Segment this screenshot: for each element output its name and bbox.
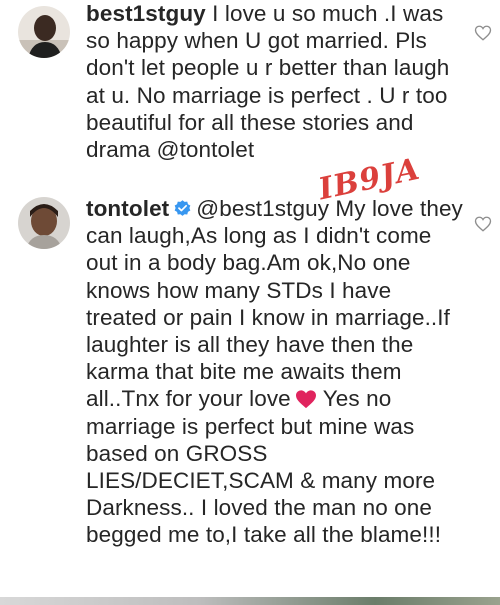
comment-best1stguy: best1stguy I love u so much .I was so ha… [0, 0, 500, 195]
username[interactable]: tontolet [86, 196, 169, 221]
heart-outline-icon [474, 216, 492, 232]
comment-tontolet: tontolet @best1stguy My love they can lau… [0, 195, 500, 600]
bottom-image-strip [0, 597, 500, 605]
red-heart-emoji-icon [295, 389, 317, 409]
profile-avatar-icon [18, 6, 70, 58]
comment-text: tontolet @best1stguy My love they can lau… [86, 195, 466, 549]
like-button[interactable] [474, 215, 492, 233]
heart-outline-icon [474, 25, 492, 41]
profile-avatar-icon [18, 197, 70, 249]
verified-badge-icon [173, 199, 192, 218]
like-button[interactable] [474, 24, 492, 42]
avatar-best1stguy[interactable] [18, 6, 70, 58]
avatar-tontolet[interactable] [18, 197, 70, 249]
username[interactable]: best1stguy [86, 1, 206, 26]
comment-text: best1stguy I love u so much .I was so ha… [86, 0, 466, 163]
mention-link[interactable]: @best1stguy [196, 196, 329, 221]
mention-link[interactable]: @tontolet [157, 137, 255, 162]
comment-body: My love they can laugh,As long as I didn… [86, 196, 463, 412]
